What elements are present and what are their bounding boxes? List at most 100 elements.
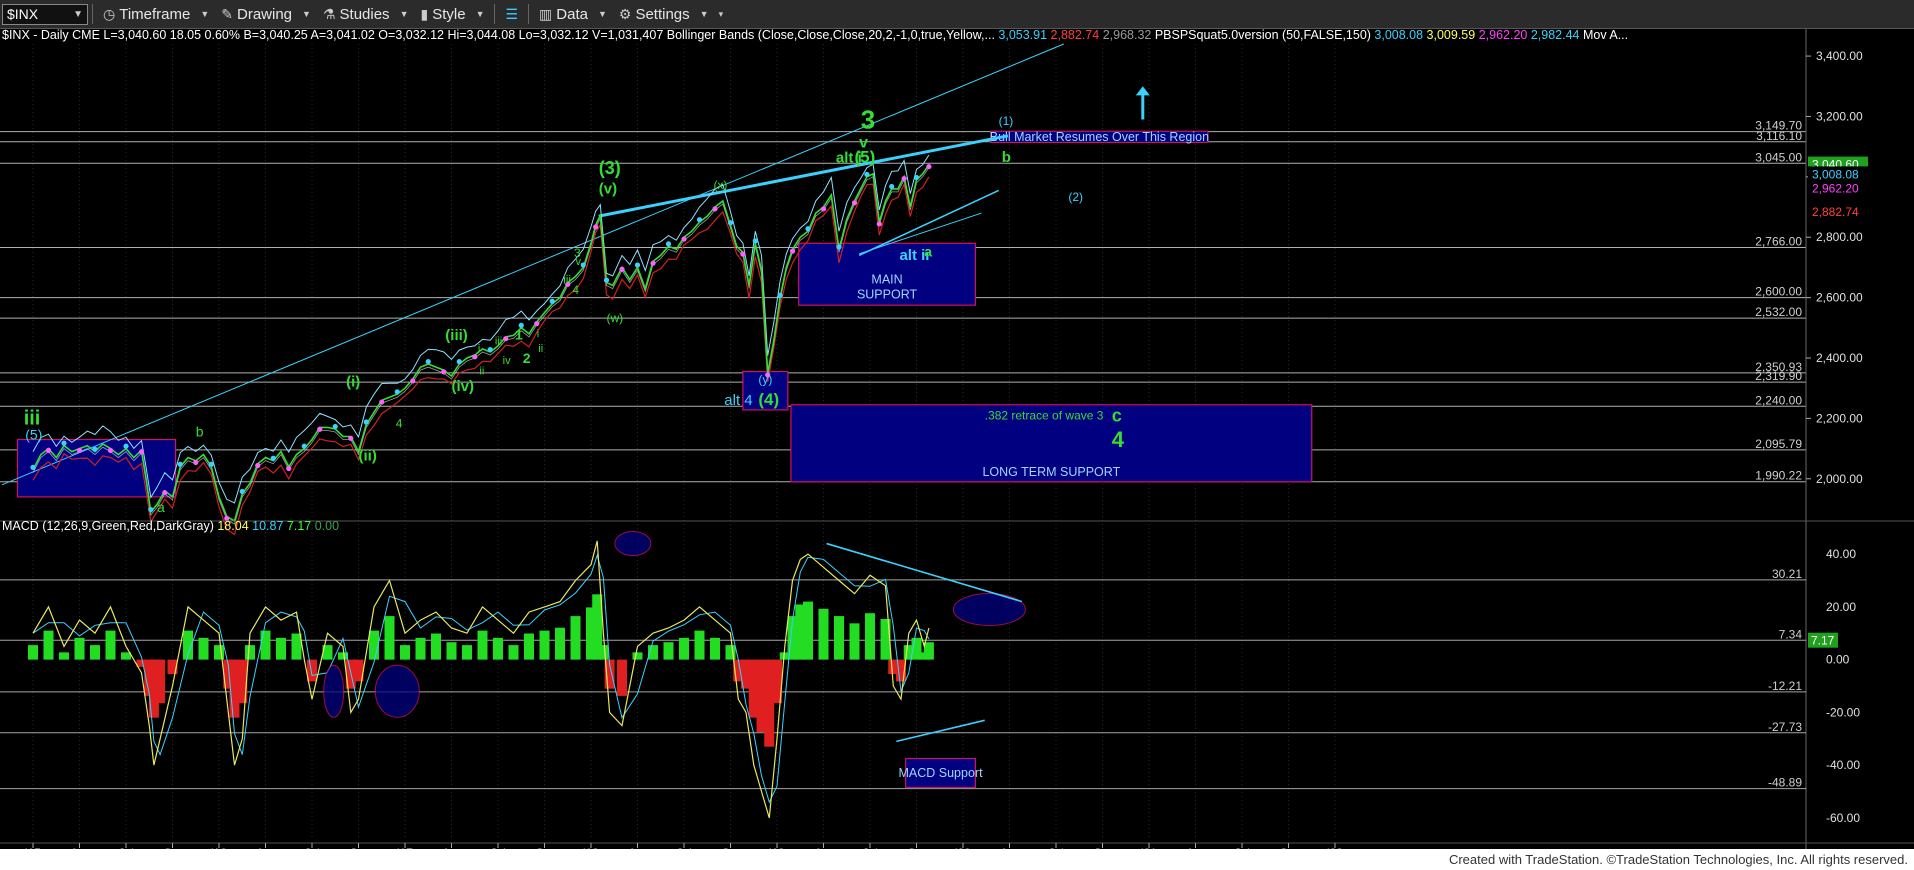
macd-histogram-bar: [384, 616, 395, 660]
price-dot: [348, 435, 354, 441]
price-dot: [603, 277, 610, 283]
wave-label: alt 4: [724, 392, 752, 409]
macd-tick-label: 20.00: [1826, 600, 1856, 614]
price-dot: [805, 226, 811, 232]
macd-histogram-bar: [555, 627, 565, 660]
macd-histogram-bar: [632, 652, 643, 660]
macd-histogram-bar: [59, 652, 69, 660]
chevron-down-icon: ▼: [475, 9, 485, 19]
chart-area[interactable]: MAINSUPPORT LONG TERM SUPPORT Bull Market …: [0, 29, 1914, 849]
macd-highlight-ellipse: [614, 531, 652, 557]
macd-support-label: MACD Support: [898, 766, 983, 780]
price-level-label: 3,116.10: [1756, 129, 1802, 143]
price-dot: [681, 236, 687, 242]
y-tick-label: 2,200.00: [1816, 411, 1863, 425]
studies-button[interactable]: ⚗ Studies ▼: [317, 0, 415, 29]
price-header: $INX - Daily CME L=3,040.60 18.05 0.60% …: [2, 29, 1628, 42]
macd-histogram-bar: [679, 637, 689, 660]
price-dot: [634, 262, 641, 268]
macd-header-part: MACD (12,26,9,Green,Red,DarkGray): [2, 519, 217, 533]
wave-label: (5): [25, 427, 42, 443]
price-dot: [534, 320, 540, 327]
price-level-label: 1,990.22: [1755, 469, 1802, 483]
drawing-button[interactable]: ✎ Drawing ▼: [215, 0, 317, 29]
price-level-label: 2,240.00: [1755, 393, 1802, 407]
style-label: Style: [432, 5, 466, 23]
toolbar-separator: [528, 4, 530, 24]
settings-button[interactable]: ⚙ Settings ▼ ▾: [613, 0, 729, 29]
last-value-label: 3,008.08: [1812, 167, 1859, 181]
price-dot: [820, 206, 827, 212]
studies-label: Studies: [339, 5, 390, 23]
price-dot: [580, 262, 586, 268]
macd-histogram-bar: [74, 637, 85, 660]
macd-tick-label: 40.00: [1826, 547, 1856, 561]
macd-tick-label: -60.00: [1826, 811, 1860, 825]
macd-histogram-bar: [923, 642, 934, 660]
y-tick-label: 3,400.00: [1816, 49, 1863, 63]
timeframe-button[interactable]: ◷ Timeframe ▼: [97, 0, 215, 29]
toolbar-separator: [92, 4, 93, 24]
macd-histogram-bar: [818, 608, 829, 660]
macd-histogram-bar: [415, 637, 426, 660]
price-dot: [696, 217, 703, 223]
style-button[interactable]: ▮ Style ▼: [414, 0, 490, 29]
wave-label: (iv): [452, 378, 475, 395]
wave-label: ii: [479, 366, 484, 378]
symbol-value: $INX: [7, 6, 39, 22]
wave-label: b: [196, 424, 204, 440]
price-level-label: 2,532.00: [1755, 305, 1802, 319]
price-dot: [472, 354, 478, 360]
wave-label: v: [859, 134, 868, 151]
header-part: 2,882.74: [1051, 29, 1103, 42]
symbol-input[interactable]: $INX ▼: [2, 3, 88, 25]
price-dot: [239, 488, 245, 495]
macd-level-label: 7.34: [1779, 627, 1803, 641]
brush-icon: ▮: [420, 5, 429, 22]
header-part: 2,982.44: [1531, 29, 1583, 42]
price-dot: [332, 423, 338, 430]
macd-histogram-bar: [477, 630, 488, 660]
macd-highlight-ellipse: [374, 664, 420, 718]
header-part: PBSPSquat5.0version (50,FALSE,150): [1155, 29, 1375, 42]
price-dot: [727, 220, 734, 226]
price-dot: [864, 171, 870, 178]
price-dot: [61, 440, 67, 446]
macd-histogram-bar: [865, 613, 875, 660]
data-button[interactable]: ▥ Data ▼: [533, 0, 613, 29]
timeframe-label: Timeframe: [119, 5, 191, 23]
macd-histogram-bar: [400, 645, 410, 660]
data-label: Data: [556, 5, 588, 23]
wave-label: (4): [758, 390, 779, 409]
macd-histogram-bar: [493, 637, 503, 660]
wave-label: 4: [572, 283, 579, 297]
layout-icon: ☰: [505, 5, 519, 22]
y-tick-label: 3,200.00: [1816, 109, 1863, 123]
macd-histogram-bar: [43, 630, 54, 660]
header-part: 2,962.20: [1479, 29, 1531, 42]
box-label: Bull Market Resumes Over This Region: [990, 130, 1209, 144]
layout-button[interactable]: ☰: [499, 0, 524, 29]
macd-level-label: -48.89: [1768, 776, 1802, 790]
chevron-down-icon: ▼: [302, 9, 311, 19]
price-dot: [752, 238, 758, 244]
macd-histogram-bar: [803, 601, 813, 660]
toolbar: $INX ▼ ◷ Timeframe ▼ ✎ Drawing ▼ ⚗ Studi…: [0, 0, 1914, 29]
pencil-icon: ✎: [221, 5, 233, 22]
price-dot: [740, 251, 746, 257]
wave-label: (v): [599, 180, 617, 197]
toolbar-separator: [494, 4, 496, 24]
box-label: MAIN: [871, 272, 902, 286]
macd-histogram-bar: [508, 645, 519, 660]
header-part: 3,008.08: [1374, 29, 1426, 42]
macd-header: MACD (12,26,9,Green,Red,DarkGray) 18.04 …: [2, 519, 339, 533]
chevron-down-icon[interactable]: ▼: [73, 9, 83, 20]
price-dot: [92, 446, 98, 452]
wave-label: a: [924, 243, 932, 259]
macd-level-label: -12.21: [1768, 679, 1802, 693]
chevron-down-icon: ▼: [699, 9, 709, 19]
macd-histogram-bar: [725, 645, 736, 660]
price-level-label: 2,319.90: [1755, 369, 1802, 383]
footer: Created with TradeStation. ©TradeStation…: [0, 849, 1914, 870]
price-dot: [836, 244, 842, 250]
